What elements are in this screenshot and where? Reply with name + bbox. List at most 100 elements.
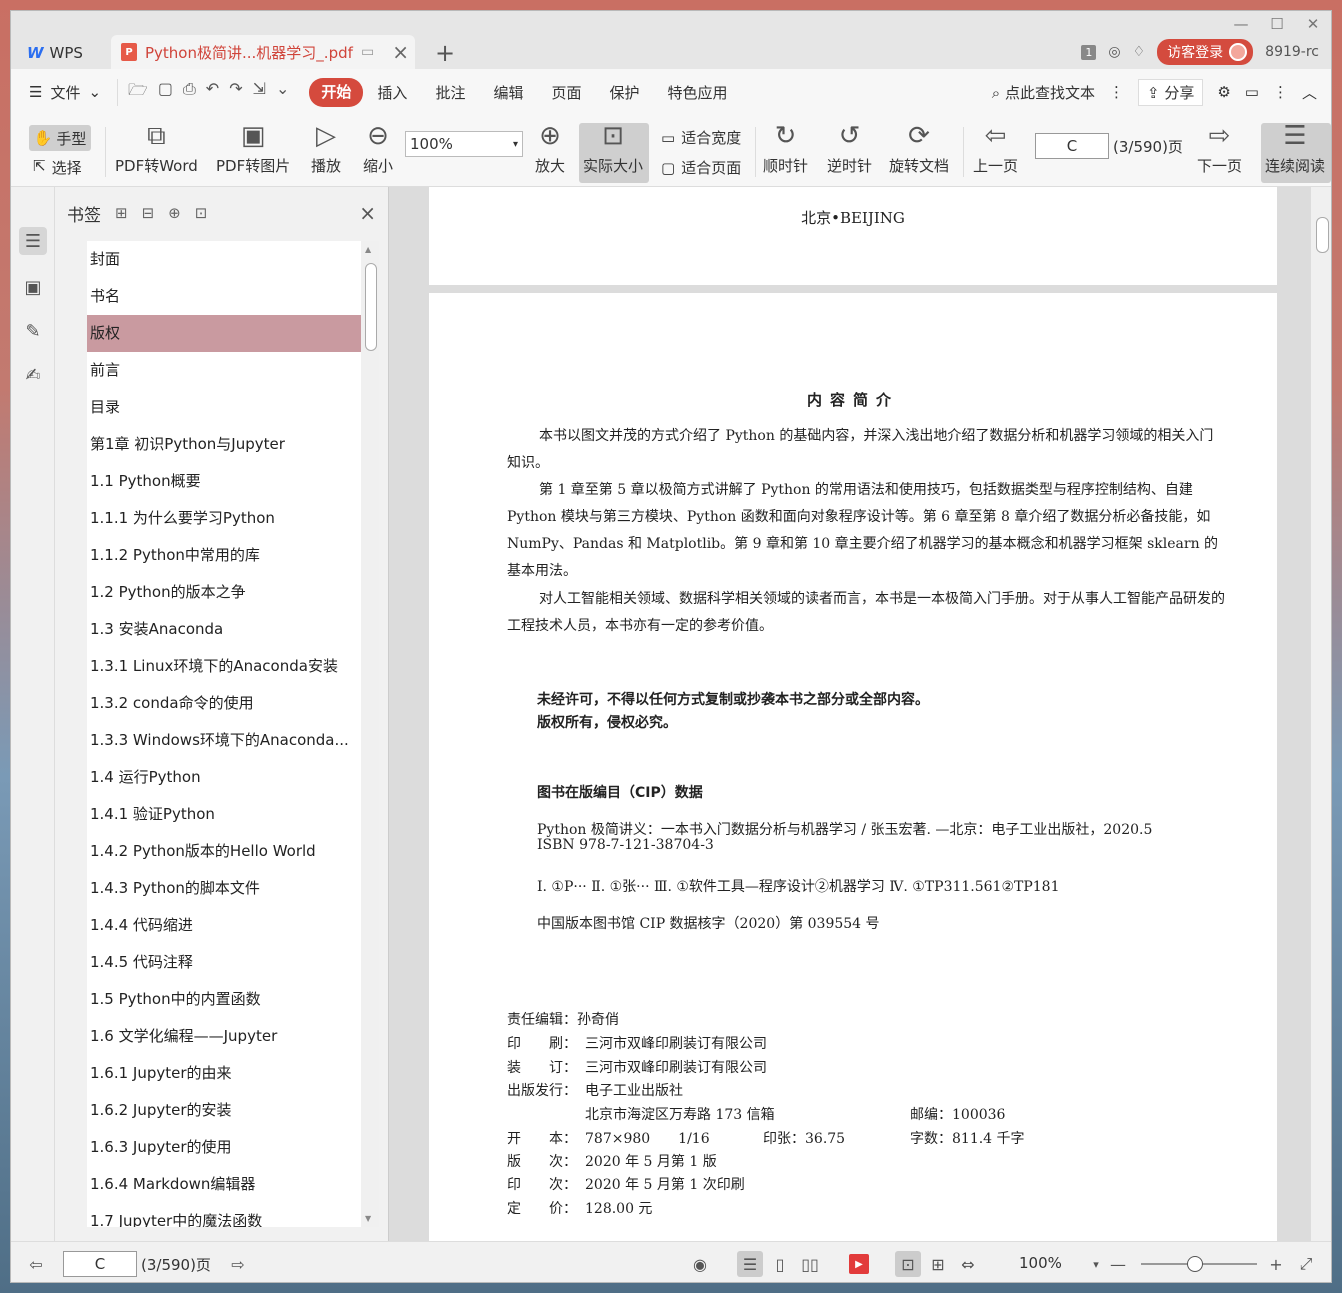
zoom-in-icon[interactable]: + [1263, 1251, 1289, 1277]
save-icon[interactable]: ▢ [158, 79, 173, 106]
tab-protect[interactable]: 保护 [595, 78, 653, 107]
fit-width-button[interactable]: ▭ 适合宽度 [661, 127, 741, 148]
signature-panel-icon[interactable]: ✍ [19, 361, 47, 389]
bookmark-panel-icon[interactable]: ☰ [19, 227, 47, 255]
thumbnail-panel-icon[interactable]: ▣ [19, 273, 47, 301]
bookmark-item[interactable]: 封面 [87, 241, 361, 278]
bookmark-item[interactable]: 1.6.3 Jupyter的使用 [87, 1129, 361, 1166]
fit-page-icon[interactable]: ⊞ [925, 1251, 951, 1277]
bookmark-icon[interactable]: ⊡ [195, 204, 208, 222]
bookmark-item[interactable]: 1.1 Python概要 [87, 463, 361, 500]
redo-icon[interactable]: ↷ [229, 79, 242, 106]
scrollbar-thumb[interactable] [1316, 217, 1329, 253]
next-page-icon[interactable]: ⇨ [225, 1251, 251, 1277]
tab-page[interactable]: 页面 [537, 78, 595, 107]
gear-icon[interactable]: ⚙ [1217, 83, 1230, 101]
undo-icon[interactable]: ↶ [206, 79, 219, 106]
print-icon[interactable]: ⎙ [183, 79, 196, 106]
collapse-all-icon[interactable]: ⊟ [142, 204, 155, 222]
bookmark-scrollbar[interactable]: ▲ ▼ [361, 241, 379, 1227]
collapse-ribbon-icon[interactable]: ︿ [1302, 82, 1317, 103]
annotation-panel-icon[interactable]: ✎ [19, 317, 47, 345]
bookmark-item[interactable]: 前言 [87, 352, 361, 389]
tab-edit[interactable]: 编辑 [479, 78, 537, 107]
zoom-slider-knob[interactable] [1187, 1256, 1203, 1272]
prev-page-button[interactable]: ⇦ 上一页 [973, 121, 1018, 176]
share-button[interactable]: ⇪ 分享 [1137, 78, 1204, 106]
bookmark-item[interactable]: 1.6.4 Markdown编辑器 [87, 1166, 361, 1203]
tab-special[interactable]: 特色应用 [654, 78, 742, 107]
fit-width-icon[interactable]: ⇔ [955, 1251, 981, 1277]
bookmark-item[interactable]: 1.4.5 代码注释 [87, 944, 361, 981]
tab-close-icon[interactable]: × [392, 40, 409, 64]
bookmark-item[interactable]: 1.6.2 Jupyter的安装 [87, 1092, 361, 1129]
actual-size-button[interactable]: ⊡ 实际大小 [583, 121, 643, 176]
minimize-icon[interactable]: — [1223, 13, 1259, 35]
search-text-button[interactable]: ⌕ 点此查找文本 [992, 82, 1095, 103]
rotate-document-button[interactable]: ⟳ 旋转文档 [889, 121, 949, 176]
scroll-down-icon[interactable]: ▼ [365, 1214, 371, 1223]
fullscreen-icon[interactable]: ⤢ [1293, 1251, 1319, 1277]
page-number-input[interactable]: C [1035, 133, 1109, 159]
more-dropdown-icon[interactable]: ⌄ [276, 79, 289, 106]
fit-page-button[interactable]: ▢ 适合页面 [661, 157, 741, 178]
bookmark-item[interactable]: 目录 [87, 389, 361, 426]
pdf-to-image-button[interactable]: ▣ PDF转图片 [216, 121, 290, 176]
tab-document[interactable]: P Python极简讲...机器学习_.pdf ▭ × [111, 35, 415, 69]
actual-size-icon[interactable]: ⊡ [895, 1251, 921, 1277]
bookmark-item[interactable]: 1.1.2 Python中常用的库 [87, 537, 361, 574]
bookmark-item[interactable]: 1.6.1 Jupyter的由来 [87, 1055, 361, 1092]
hand-tool-button[interactable]: ✋ 手型 [29, 125, 91, 151]
bookmark-item[interactable]: 版权 [87, 315, 361, 352]
play-icon[interactable]: ▶ [849, 1254, 869, 1274]
tab-wps-home[interactable]: W WPS [17, 37, 109, 69]
tab-annotate[interactable]: 批注 [421, 78, 479, 107]
next-page-button[interactable]: ⇨ 下一页 [1197, 121, 1242, 176]
zoom-out-icon[interactable]: — [1105, 1251, 1131, 1277]
more-vertical-icon[interactable]: ⋮ [1109, 83, 1124, 101]
eye-protect-icon[interactable]: ◉ [687, 1251, 713, 1277]
scroll-up-icon[interactable]: ▲ [365, 245, 371, 254]
bookmark-item[interactable]: 1.3.2 conda命令的使用 [87, 685, 361, 722]
bookmark-item[interactable]: 1.4.4 代码缩进 [87, 907, 361, 944]
rotate-clockwise-button[interactable]: ↻ 顺时针 [763, 121, 808, 176]
rotate-counterclockwise-button[interactable]: ↺ 逆时针 [827, 121, 872, 176]
double-page-icon[interactable]: ▯▯ [797, 1251, 823, 1277]
bookmark-item[interactable]: 1.4 运行Python [87, 759, 361, 796]
select-tool-button[interactable]: ⇱ 选择 [33, 157, 82, 178]
login-button[interactable]: 访客登录 [1157, 39, 1254, 65]
zoom-in-button[interactable]: ⊕ 放大 [535, 121, 565, 176]
bookmark-item[interactable]: 1.4.2 Python版本的Hello World [87, 833, 361, 870]
bookmark-item[interactable]: 书名 [87, 278, 361, 315]
bookmark-item[interactable]: 1.3.3 Windows环境下的Anaconda... [87, 722, 361, 759]
document-view[interactable]: 北京•BEIJING 内容简介 本书以图文并茂的方式介绍了 Python 的基础… [389, 187, 1311, 1241]
skin-icon[interactable]: ♢ [1133, 44, 1146, 60]
maximize-icon[interactable]: ☐ [1259, 13, 1295, 35]
bookmark-item[interactable]: 1.5 Python中的内置函数 [87, 981, 361, 1018]
zoom-out-button[interactable]: ⊖ 缩小 [363, 121, 393, 176]
open-folder-icon[interactable]: 🗁 [128, 79, 148, 106]
zoom-slider[interactable] [1141, 1256, 1257, 1272]
status-zoom-value[interactable]: 100% [1019, 1254, 1062, 1272]
expand-all-icon[interactable]: ⊞ [115, 204, 128, 222]
bookmark-item[interactable]: 1.1.1 为什么要学习Python [87, 500, 361, 537]
bookmark-item[interactable]: 第1章 初识Python与Jupyter [87, 426, 361, 463]
scrollbar-thumb[interactable] [365, 263, 377, 351]
sync-icon[interactable]: ◎ [1108, 44, 1120, 60]
bookmark-item[interactable]: 1.7 Jupyter中的魔法函数 [87, 1203, 361, 1227]
export-icon[interactable]: ⇲ [253, 79, 266, 106]
bookmark-item[interactable]: 1.2 Python的版本之争 [87, 574, 361, 611]
bookmark-item[interactable]: 1.4.1 验证Python [87, 796, 361, 833]
tab-start[interactable]: 开始 [309, 77, 364, 107]
close-panel-icon[interactable]: × [359, 201, 376, 225]
bookmark-item[interactable]: 1.3 安装Anaconda [87, 611, 361, 648]
bookmark-item[interactable]: 1.4.3 Python的脚本文件 [87, 870, 361, 907]
play-button[interactable]: ▷ 播放 [311, 121, 341, 176]
more-options-icon[interactable]: ⋮ [1273, 83, 1288, 101]
continuous-read-button[interactable]: ☰ 连续阅读 [1265, 121, 1325, 176]
bookmark-item[interactable]: 1.3.1 Linux环境下的Anaconda安装 [87, 648, 361, 685]
single-page-icon[interactable]: ▯ [767, 1251, 793, 1277]
add-bookmark-icon[interactable]: ⊕ [168, 204, 181, 222]
zoom-select[interactable]: 100% ▾ [405, 131, 523, 157]
comment-icon[interactable]: ▭ [1245, 83, 1259, 101]
